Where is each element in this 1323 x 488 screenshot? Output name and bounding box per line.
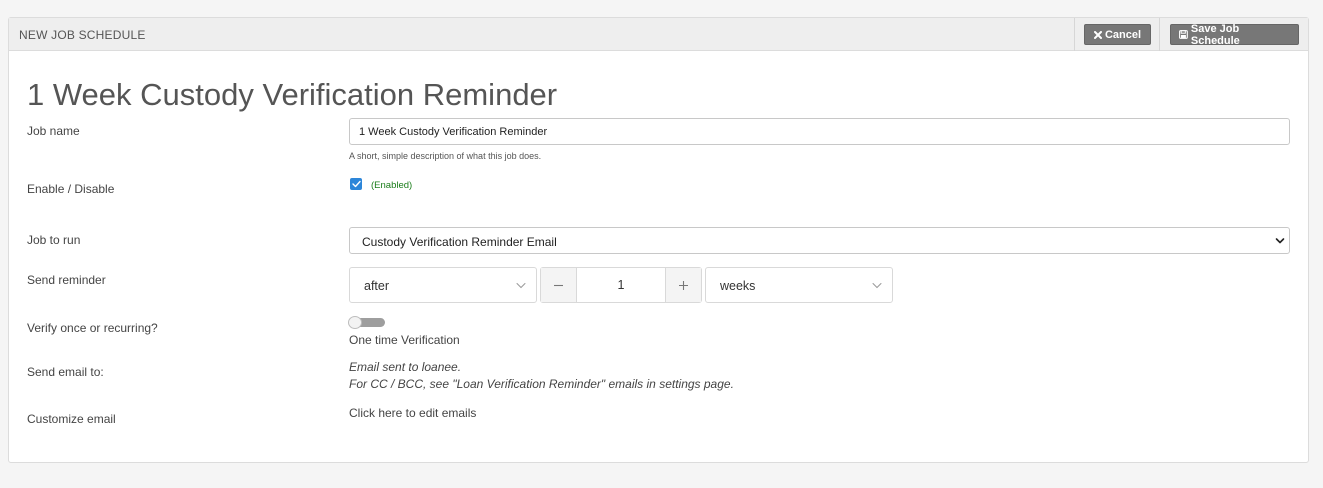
send-reminder-label: Send reminder: [27, 273, 106, 287]
chevron-down-icon: [1275, 238, 1285, 244]
floppy-disk-icon: [1179, 30, 1188, 39]
enable-checkbox[interactable]: [350, 178, 362, 190]
job-name-input[interactable]: [349, 118, 1290, 145]
stepper-increment-button[interactable]: [665, 268, 701, 302]
chevron-down-icon: [872, 283, 882, 289]
form-title: 1 Week Custody Verification Reminder: [27, 77, 558, 112]
panel-header: NEW JOB SCHEDULE Cancel Save Job Schedul…: [9, 18, 1308, 51]
job-to-run-value: Custody Verification Reminder Email: [362, 235, 557, 249]
edit-emails-link[interactable]: Click here to edit emails: [349, 406, 476, 420]
stepper-value[interactable]: 1: [577, 278, 665, 292]
email-recipient-note: Email sent to loanee.: [349, 360, 462, 374]
close-icon: [1093, 30, 1102, 39]
chevron-down-icon: [516, 283, 526, 289]
verify-recurring-toggle[interactable]: [348, 316, 385, 329]
job-to-run-label: Job to run: [27, 233, 81, 247]
toggle-knob: [348, 316, 362, 329]
job-to-run-select[interactable]: Custody Verification Reminder Email: [349, 227, 1290, 254]
cancel-button[interactable]: Cancel: [1084, 24, 1151, 45]
cc-bcc-note: For CC / BCC, see "Loan Verification Rem…: [349, 377, 734, 391]
verify-status: One time Verification: [349, 333, 460, 347]
enabled-status: (Enabled): [371, 180, 413, 191]
reminder-unit-select[interactable]: weeks: [705, 267, 893, 303]
verify-label: Verify once or recurring?: [27, 321, 158, 335]
quantity-stepper: 1: [540, 267, 702, 303]
save-label: Save Job Schedule: [1190, 22, 1240, 47]
job-name-label: Job name: [27, 124, 80, 138]
save-job-schedule-button[interactable]: Save Job Schedule: [1170, 22, 1299, 47]
checkmark-icon: [351, 180, 361, 188]
reminder-timing-select[interactable]: after: [349, 267, 537, 303]
job-schedule-panel: NEW JOB SCHEDULE Cancel Save Job Schedul…: [8, 17, 1309, 463]
send-email-to-label: Send email to:: [27, 365, 104, 379]
plus-icon: [679, 280, 688, 290]
minus-icon: [554, 284, 563, 286]
stepper-decrement-button[interactable]: [541, 268, 577, 302]
reminder-unit-value: weeks: [720, 279, 756, 293]
enable-disable-label: Enable / Disable: [27, 182, 115, 196]
header-divider: [1074, 18, 1075, 51]
panel-title: NEW JOB SCHEDULE: [19, 28, 146, 42]
header-divider: [1159, 18, 1160, 51]
customize-email-label: Customize email: [27, 412, 116, 426]
reminder-timing-value: after: [364, 279, 390, 293]
job-name-help: A short, simple description of what this…: [349, 151, 542, 161]
cancel-label: Cancel: [1104, 28, 1142, 41]
